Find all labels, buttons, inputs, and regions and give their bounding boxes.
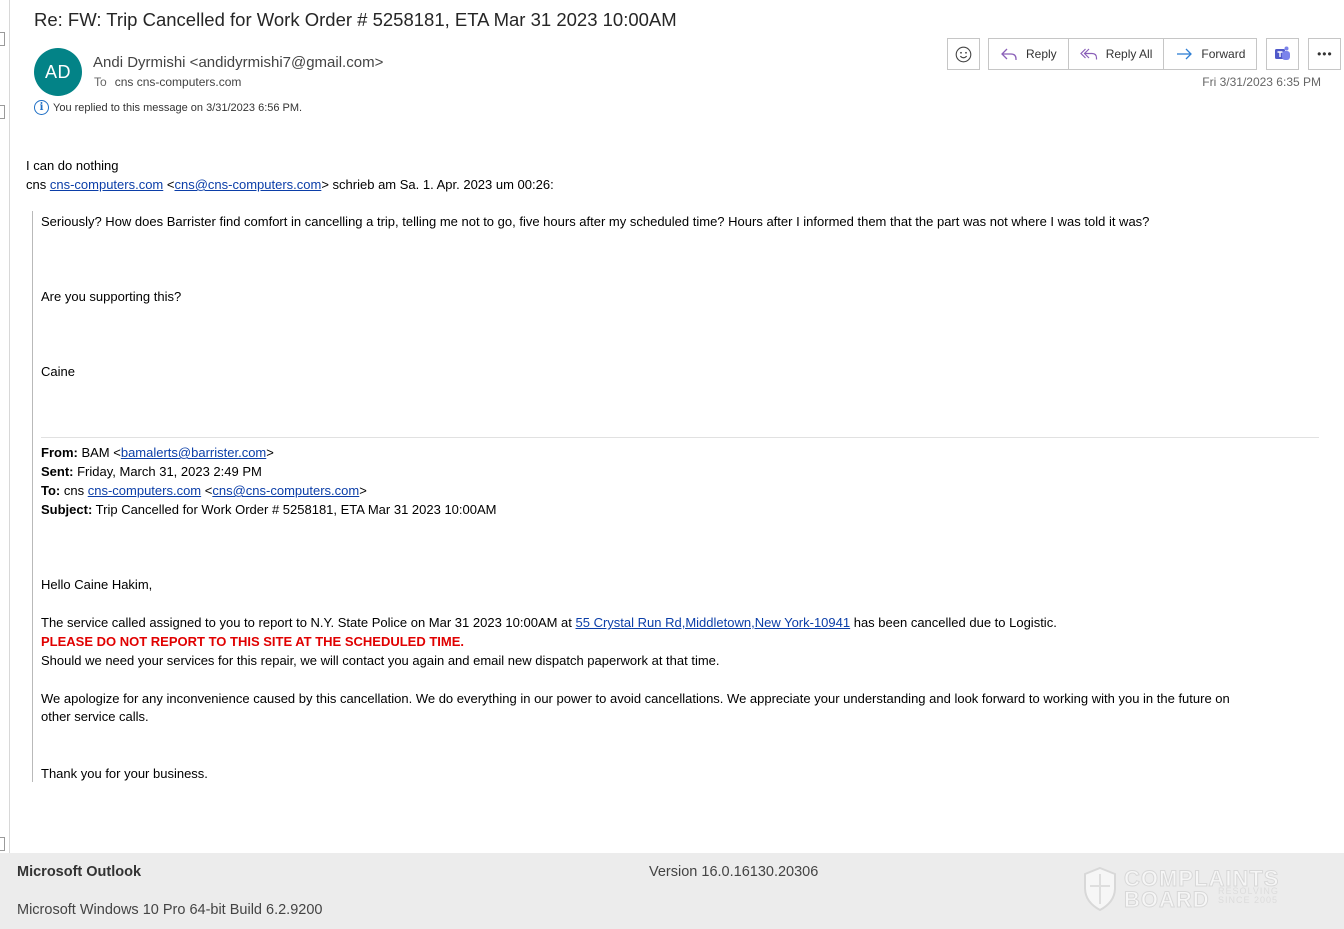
sender-name[interactable]: Andi Dyrmishi <andidyrmishi7@gmail.com>: [93, 54, 383, 71]
replied-infobar: i You replied to this message on 3/31/20…: [34, 100, 302, 115]
pane-edge-tick: [0, 32, 5, 46]
app-name: Microsoft Outlook: [17, 864, 142, 880]
sent-value: Friday, March 31, 2023 2:49 PM: [73, 464, 262, 479]
to-field-label: To:: [41, 483, 61, 498]
reply-icon: [1000, 46, 1018, 62]
service-paragraph: The service called assigned to you to re…: [41, 615, 1057, 630]
reply-all-label: Reply All: [1105, 47, 1153, 61]
sender-avatar[interactable]: AD: [34, 48, 82, 96]
quote-paragraph: Are you supporting this?: [41, 289, 182, 304]
service-pre: The service called assigned to you to re…: [41, 615, 576, 630]
message-toolbar: Reply Reply All Forward •••: [947, 38, 1342, 70]
apology-line: other service calls.: [41, 709, 149, 724]
from-label: From:: [41, 445, 78, 460]
forward-subject-line: Subject: Trip Cancelled for Work Order #…: [41, 502, 496, 517]
replied-info-text: You replied to this message on 3/31/2023…: [53, 101, 303, 114]
emoji-reaction-button[interactable]: [947, 38, 980, 70]
message-subject: Re: FW: Trip Cancelled for Work Order # …: [34, 9, 677, 30]
from-name: BAM <: [77, 445, 121, 460]
watermark: COMPLAINTS BOARD RESOLVING SINCE 2005: [1082, 866, 1302, 914]
forward-to-line: To: cns cns-computers.com <cns@cns-compu…: [41, 483, 367, 498]
recipient-line: To cns cns-computers.com: [94, 75, 241, 89]
quote-paragraph: Seriously? How does Barrister find comfo…: [41, 214, 1150, 229]
from-email-link[interactable]: bamalerts@barrister.com: [121, 445, 266, 460]
reply-button[interactable]: Reply: [988, 38, 1069, 70]
shield-icon: [1084, 866, 1116, 912]
attribution-suffix: > schrieb am Sa. 1. Apr. 2023 um 00:26:: [321, 177, 554, 192]
message-date: Fri 3/31/2023 6:35 PM: [1202, 75, 1321, 89]
from-end: >: [266, 445, 274, 460]
forward-from-line: From: BAM <bamalerts@barrister.com>: [41, 445, 274, 460]
closing-line: Thank you for your business.: [41, 766, 208, 781]
attribution-lt: <: [163, 177, 175, 192]
forward-icon: [1175, 46, 1193, 62]
to-prefix: cns: [60, 483, 88, 498]
os-info: Microsoft Windows 10 Pro 64-bit Build 6.…: [17, 902, 323, 918]
teams-icon: [1274, 46, 1290, 60]
attribution-prefix: cns: [26, 177, 50, 192]
header-divider: [41, 437, 1319, 438]
left-pane-edge: [0, 0, 10, 853]
warning-text: PLEASE DO NOT REPORT TO THIS SITE AT THE…: [41, 634, 465, 649]
forward-button[interactable]: Forward: [1163, 38, 1258, 70]
to-lt: <: [201, 483, 213, 498]
subject-label: Subject:: [41, 502, 93, 517]
more-icon: •••: [1317, 47, 1333, 61]
to-email-link[interactable]: cns@cns-computers.com: [212, 483, 359, 498]
pane-edge-tick: [0, 837, 5, 851]
greeting: Hello Caine Hakim,: [41, 577, 153, 592]
contact-paragraph: Should we need your services for this re…: [41, 653, 720, 668]
app-version: Version 16.0.16130.20306: [649, 864, 819, 880]
teams-button[interactable]: [1266, 38, 1300, 70]
body-line: I can do nothing: [26, 158, 119, 173]
more-actions-button[interactable]: •••: [1308, 38, 1342, 70]
reply-all-button[interactable]: Reply All: [1067, 38, 1165, 70]
smiley-icon: [955, 46, 972, 62]
quote-bar: [32, 211, 33, 782]
quote-signature: Caine: [41, 364, 75, 379]
forward-sent-line: Sent: Friday, March 31, 2023 2:49 PM: [41, 464, 262, 479]
reply-label: Reply: [1026, 47, 1057, 61]
watermark-line2: BOARD: [1124, 887, 1210, 913]
quote-attribution: cns cns-computers.com <cns@cns-computers…: [26, 177, 554, 192]
service-post: has been cancelled due to Logistic.: [850, 615, 1057, 630]
apology-line: We apologize for any inconvenience cause…: [41, 691, 1230, 706]
reply-all-icon: [1079, 46, 1098, 62]
watermark-tagline: RESOLVING SINCE 2005: [1218, 886, 1279, 905]
forward-label: Forward: [1201, 47, 1246, 61]
attribution-domain-link[interactable]: cns-computers.com: [50, 177, 163, 192]
info-icon: i: [34, 100, 49, 115]
to-domain-link[interactable]: cns-computers.com: [88, 483, 201, 498]
recipient-name[interactable]: cns cns-computers.com: [115, 75, 242, 89]
sent-label: Sent:: [41, 464, 74, 479]
attribution-email-link[interactable]: cns@cns-computers.com: [174, 177, 321, 192]
subject-value: Trip Cancelled for Work Order # 5258181,…: [92, 502, 497, 517]
address-link[interactable]: 55 Crystal Run Rd,Middletown,New York-10…: [576, 615, 851, 630]
to-label: To: [94, 75, 107, 89]
to-end: >: [359, 483, 367, 498]
pane-edge-tick: [0, 105, 5, 119]
